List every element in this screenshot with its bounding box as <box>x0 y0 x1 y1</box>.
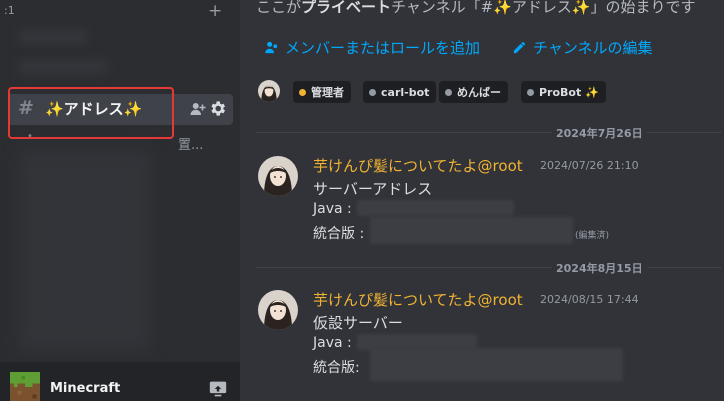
server-name[interactable]: Minecraft <box>50 381 120 396</box>
avatar[interactable] <box>258 156 298 196</box>
role-chip-admin[interactable]: 管理者 <box>293 81 351 103</box>
avatar[interactable] <box>258 80 280 102</box>
redacted-java-address <box>357 200 514 216</box>
bedrock-label: 統合版 : <box>313 226 365 242</box>
blurred-channel <box>18 30 88 44</box>
blurred-channel <box>18 60 108 74</box>
channel-bullet: • <box>27 131 33 142</box>
message-timestamp: 2024/07/26 21:10 <box>540 159 639 172</box>
edited-tag: (編集済) <box>575 231 610 241</box>
bedrock-label: 統合版: <box>313 360 360 376</box>
channel-sidebar: :1 + # ✨アドレス✨ • 置... Minecraft <box>0 0 240 401</box>
message-timestamp: 2024/08/15 17:44 <box>540 293 639 306</box>
share-screen-icon[interactable] <box>208 380 228 398</box>
avatar[interactable] <box>258 290 298 330</box>
add-member-icon <box>265 41 278 54</box>
date-label: 2024年8月15日 <box>552 260 647 276</box>
date-divider <box>256 267 722 268</box>
message-author[interactable]: 芋けんぴ髪についてたよ@root <box>313 289 523 310</box>
minecraft-grass-icon <box>10 372 40 401</box>
message-author[interactable]: 芋けんぴ髪についてたよ@root <box>313 155 523 176</box>
server-bar: Minecraft <box>0 362 240 401</box>
role-chip-probot[interactable]: ProBot ✨ <box>521 81 606 103</box>
add-member-icon[interactable] <box>189 100 207 118</box>
date-divider <box>256 132 722 133</box>
truncated-channel-text[interactable]: 置... <box>178 134 203 153</box>
channel-welcome-text: ここがプライベートチャンネル「#✨アドレス✨」の始まりです <box>256 0 696 16</box>
role-chip-member[interactable]: めんばー <box>439 81 508 103</box>
role-chip-carlbot[interactable]: carl-bot <box>363 81 437 103</box>
add-members-button[interactable]: メンバーまたはロールを追加 <box>264 37 480 58</box>
redacted-bedrock-address <box>370 217 573 244</box>
message-title: サーバーアドレス <box>313 180 433 198</box>
chat-main: ここがプライベートチャンネル「#✨アドレス✨」の始まりです メンバーまたはロール… <box>240 0 724 401</box>
date-label: 2024年7月26日 <box>552 125 647 141</box>
category-label[interactable]: :1 <box>4 4 15 17</box>
edit-channel-button[interactable]: チャンネルの編集 <box>512 37 653 58</box>
add-channel-button[interactable]: + <box>208 1 222 21</box>
blurred-channel <box>20 150 150 350</box>
java-label: Java : <box>313 201 352 217</box>
gear-icon[interactable] <box>208 99 227 118</box>
java-label: Java : <box>313 335 352 351</box>
message-title: 仮設サーバー <box>313 314 403 332</box>
pencil-icon <box>513 41 526 54</box>
redacted-bedrock-address <box>370 348 623 381</box>
